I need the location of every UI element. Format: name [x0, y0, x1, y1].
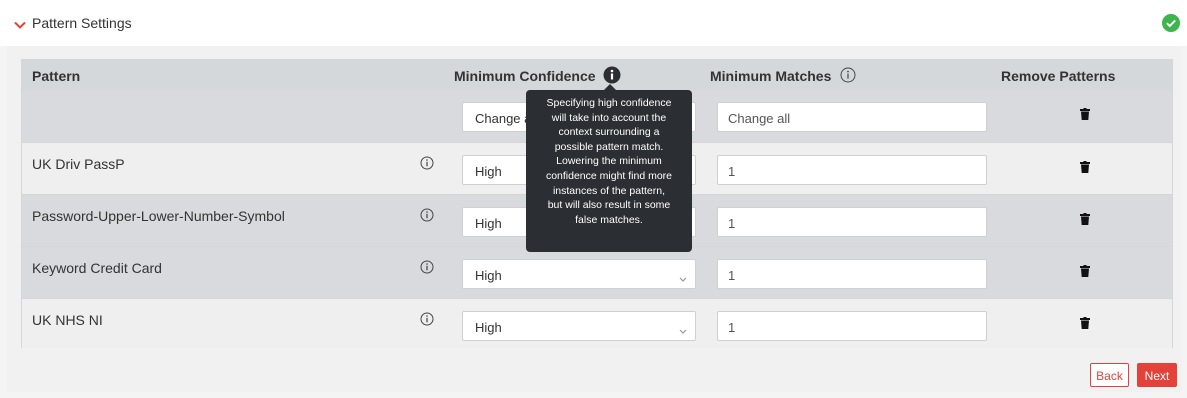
column-min-matches: Minimum Matches — [710, 68, 832, 84]
tooltip-line: instances of the pattern, — [552, 184, 666, 197]
info-icon[interactable] — [420, 312, 434, 331]
tooltip-line: Lowering the minimum — [556, 155, 662, 168]
trash-icon[interactable] — [1080, 264, 1090, 282]
trash-icon[interactable] — [1080, 160, 1090, 178]
matches-input[interactable]: 1 — [717, 311, 987, 341]
matches-input[interactable]: 1 — [717, 155, 987, 185]
input-value: 1 — [728, 268, 736, 283]
chevron-down-icon — [679, 323, 687, 338]
pattern-name: Password-Upper-Lower-Number-Symbol — [32, 208, 285, 224]
tooltip-line: will take into account the — [551, 111, 667, 124]
column-remove-patterns: Remove Patterns — [1001, 68, 1116, 84]
trash-icon[interactable] — [1080, 212, 1090, 230]
info-icon[interactable] — [420, 156, 434, 175]
tooltip-line: confidence might find more — [545, 169, 673, 182]
panel-title: Pattern Settings — [32, 15, 132, 31]
info-icon[interactable] — [420, 208, 434, 227]
confidence-tooltip: Specifying high confidence will take int… — [526, 90, 692, 252]
info-icon[interactable] — [420, 260, 434, 279]
pattern-settings-header[interactable]: Pattern Settings — [0, 0, 1187, 46]
table-row: Keyword Credit Card High 1 — [22, 246, 1172, 298]
matches-input[interactable]: 1 — [717, 259, 987, 289]
tooltip-line: possible pattern match. — [554, 140, 664, 153]
table-row: UK NHS NI High 1 — [22, 298, 1172, 348]
matches-change-all-input[interactable]: Change all — [717, 102, 987, 132]
tooltip-line: false matches. — [575, 213, 643, 226]
column-pattern: Pattern — [32, 68, 81, 84]
table-header: Pattern Minimum Confidence Minimum Match… — [22, 60, 1172, 90]
pattern-name: Keyword Credit Card — [32, 260, 162, 276]
select-value: High — [475, 164, 502, 179]
confidence-select[interactable]: High — [462, 259, 696, 289]
pattern-name: UK NHS NI — [32, 312, 103, 328]
select-value: High — [475, 268, 502, 283]
input-placeholder: Change all — [728, 111, 791, 126]
tooltip-line: Specifying high confidence — [546, 97, 672, 109]
input-value: 1 — [728, 320, 736, 335]
pattern-name: UK Driv PassP — [32, 156, 125, 172]
select-value: High — [475, 216, 502, 231]
select-value: High — [475, 320, 502, 335]
chevron-down-icon — [679, 271, 687, 286]
next-button[interactable]: Next — [1137, 363, 1177, 387]
trash-icon[interactable] — [1080, 107, 1090, 125]
check-circle-icon — [1162, 14, 1180, 37]
chevron-down-icon[interactable] — [14, 17, 26, 35]
tooltip-line: but will also result in some — [547, 199, 671, 212]
matches-input[interactable]: 1 — [717, 207, 987, 237]
trash-icon[interactable] — [1080, 316, 1090, 334]
input-value: 1 — [728, 164, 736, 179]
info-icon[interactable] — [840, 67, 856, 86]
column-min-confidence: Minimum Confidence — [454, 68, 596, 84]
back-button[interactable]: Back — [1090, 363, 1129, 387]
input-value: 1 — [728, 216, 736, 231]
tooltip-line: context surrounding a — [558, 126, 660, 139]
confidence-select[interactable]: High — [462, 311, 696, 341]
